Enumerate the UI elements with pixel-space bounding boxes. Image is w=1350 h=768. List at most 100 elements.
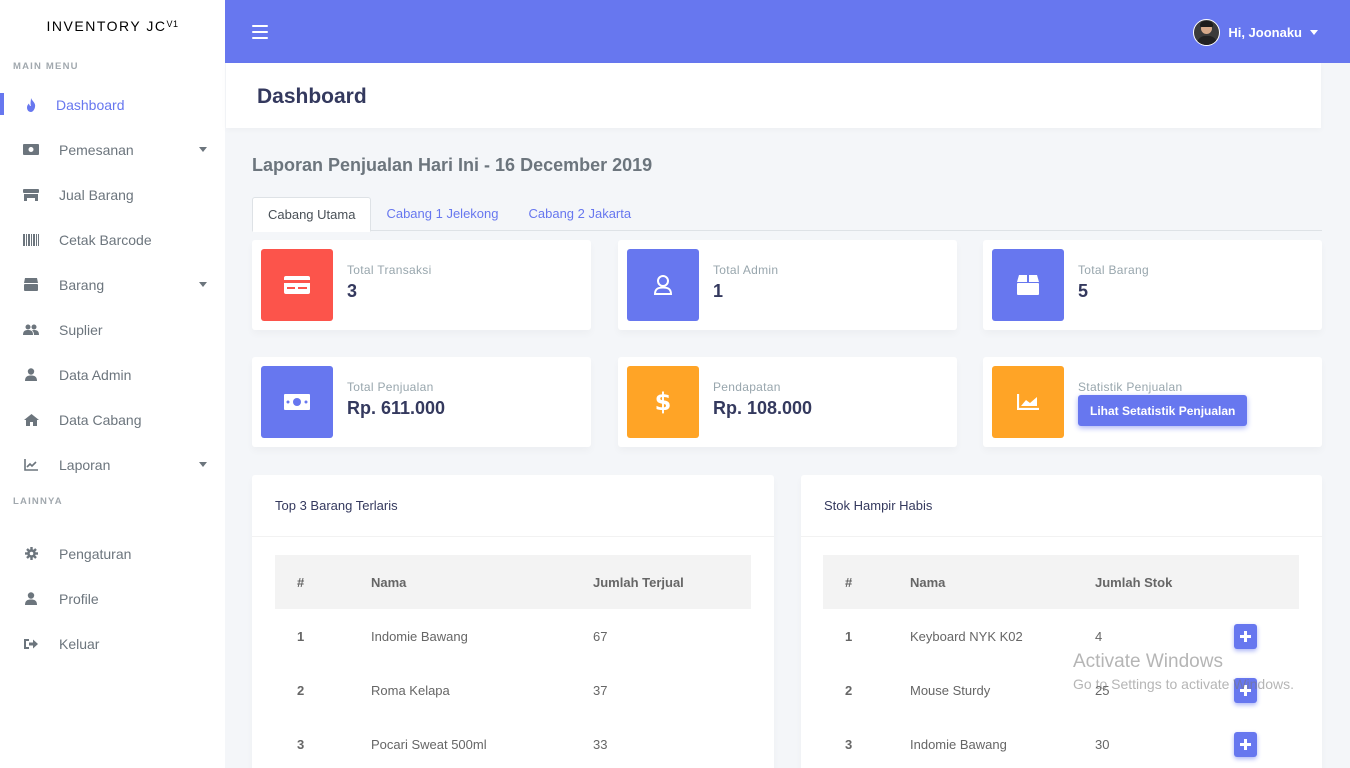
sidebar-item-suplier[interactable]: Suplier (0, 307, 225, 352)
stock-quantity: 25 (1095, 682, 1110, 698)
sidebar-item-label: Laporan (59, 456, 111, 473)
stat-label: Total Transaksi (347, 263, 432, 277)
table-header-row: # Nama Jumlah Stok (823, 555, 1299, 609)
sidebar-item-jual-barang[interactable]: Jual Barang (0, 172, 225, 217)
brand-logo[interactable]: INVENTORY JC V1 (0, 0, 225, 52)
sidebar-item-pengaturan[interactable]: Pengaturan (0, 531, 225, 576)
sidebar-item-profile[interactable]: Profile (0, 576, 225, 621)
table-row: 2 Mouse Sturdy 25 (823, 663, 1299, 717)
menu-header-lainnya: LAINNYA (13, 496, 63, 507)
low-stock-table: # Nama Jumlah Stok 1 Keyboard NYK K02 4 … (823, 555, 1299, 768)
plus-icon (1240, 684, 1251, 696)
add-stock-button[interactable] (1234, 731, 1257, 757)
fire-icon (22, 96, 40, 114)
stat-card-total-barang: Total Barang 5 (983, 240, 1322, 330)
chevron-down-icon (199, 462, 207, 467)
stat-card-statistik-penjualan: Statistik Penjualan Lihat Setatistik Pen… (983, 357, 1322, 447)
item-name: Keyboard NYK K02 (910, 628, 1023, 644)
low-stock-panel: Stok Hampir Habis # Nama Jumlah Stok 1 K… (801, 475, 1322, 768)
sidebar-item-cetak-barcode[interactable]: Cetak Barcode (0, 217, 225, 262)
panel-title: Top 3 Barang Terlaris (275, 498, 398, 513)
tab-cabang-1-jelekong[interactable]: Cabang 1 Jelekong (371, 197, 513, 231)
tab-cabang-utama[interactable]: Cabang Utama (252, 197, 372, 232)
users-icon (22, 321, 40, 339)
chevron-down-icon (199, 282, 207, 287)
chart-area-icon (992, 366, 1064, 438)
stat-value: 3 (347, 281, 358, 301)
sidebar-item-laporan[interactable]: Laporan (0, 442, 225, 487)
stat-label: Total Admin (713, 263, 779, 277)
cog-icon (22, 545, 40, 563)
panel-title: Stok Hampir Habis (824, 498, 933, 513)
branch-tabs: Cabang Utama Cabang 1 Jelekong Cabang 2 … (252, 197, 1322, 232)
tab-cabang-2-jakarta[interactable]: Cabang 2 Jakarta (513, 197, 646, 231)
column-header: Jumlah Terjual (593, 555, 751, 609)
row-number: 3 (845, 736, 853, 752)
money-bill-icon (261, 366, 333, 438)
report-title: Laporan Penjualan Hari Ini - 16 December… (252, 155, 653, 175)
table-header-row: # Nama Jumlah Terjual (275, 555, 751, 609)
hamburger-menu-icon[interactable] (252, 25, 268, 39)
column-header: # (823, 555, 910, 609)
page-title: Dashboard (257, 85, 367, 108)
sold-quantity: 67 (593, 628, 608, 644)
money-bill-icon (22, 141, 40, 159)
view-statistics-button[interactable]: Lihat Setatistik Penjualan (1078, 395, 1248, 426)
home-icon (22, 411, 40, 429)
add-stock-button[interactable] (1234, 677, 1257, 703)
table-row: 2 Roma Kelapa 37 (275, 663, 751, 717)
sidebar-item-label: Barang (59, 276, 105, 293)
brand-name: INVENTORY JC (46, 18, 167, 34)
row-number: 1 (845, 628, 853, 644)
chevron-down-icon (199, 147, 207, 152)
chevron-down-icon (1310, 30, 1318, 35)
table-row: 1 Keyboard NYK K02 4 (823, 609, 1299, 663)
stat-card-total-transaksi: Total Transaksi 3 (252, 240, 591, 330)
sidebar-item-data-cabang[interactable]: Data Cabang (0, 397, 225, 442)
add-stock-button[interactable] (1234, 623, 1257, 649)
barcode-icon (22, 231, 40, 249)
stock-quantity: 30 (1095, 736, 1110, 752)
sidebar-item-label: Profile (59, 590, 99, 607)
sidebar: INVENTORY JC V1 MAIN MENU Dashboard Pemes… (0, 0, 225, 768)
sidebar-item-pemesanan[interactable]: Pemesanan (0, 127, 225, 172)
avatar (1193, 19, 1221, 46)
store-icon (22, 186, 40, 204)
stat-value: 5 (1078, 281, 1089, 301)
user-icon (22, 366, 40, 384)
sidebar-item-data-admin[interactable]: Data Admin (0, 352, 225, 397)
sidebar-item-label: Pemesanan (59, 141, 134, 158)
sidebar-item-label: Suplier (59, 321, 103, 338)
menu-header-main: MAIN MENU (13, 61, 79, 72)
box-icon (22, 276, 40, 294)
item-name: Pocari Sweat 500ml (371, 736, 487, 752)
box-icon (992, 249, 1064, 321)
stat-label: Total Penjualan (347, 380, 434, 394)
item-name: Mouse Sturdy (910, 682, 991, 698)
user-icon (627, 249, 699, 321)
stat-label: Total Barang (1078, 263, 1149, 277)
item-name: Indomie Bawang (910, 736, 1007, 752)
sidebar-item-keluar[interactable]: Keluar (0, 621, 225, 666)
user-greeting: Hi, Joonaku (1228, 25, 1302, 40)
sidebar-item-label: Jual Barang (59, 186, 134, 203)
stat-label: Statistik Penjualan (1078, 380, 1183, 394)
stat-label: Pendapatan (713, 380, 781, 394)
user-dropdown[interactable]: Hi, Joonaku (1193, 19, 1318, 46)
top-selling-table: # Nama Jumlah Terjual 1 Indomie Bawang 6… (275, 555, 751, 768)
user-icon (22, 590, 40, 608)
sidebar-item-dashboard[interactable]: Dashboard (0, 82, 225, 127)
sign-out-icon (22, 635, 40, 653)
stat-card-total-penjualan: Total Penjualan Rp. 611.000 (252, 357, 591, 447)
column-header: Jumlah Stok (1095, 555, 1234, 609)
table-row: 3 Indomie Bawang 30 (823, 717, 1299, 768)
credit-card-icon (261, 249, 333, 321)
sidebar-item-barang[interactable]: Barang (0, 262, 225, 307)
top-navbar: Hi, Joonaku (225, 0, 1350, 63)
sidebar-item-label: Data Admin (59, 366, 132, 383)
chart-line-icon (22, 456, 40, 474)
section-header: Dashboard (226, 63, 1321, 128)
item-name: Roma Kelapa (371, 682, 450, 698)
stock-quantity: 4 (1095, 628, 1103, 644)
sidebar-item-label: Dashboard (56, 96, 125, 113)
